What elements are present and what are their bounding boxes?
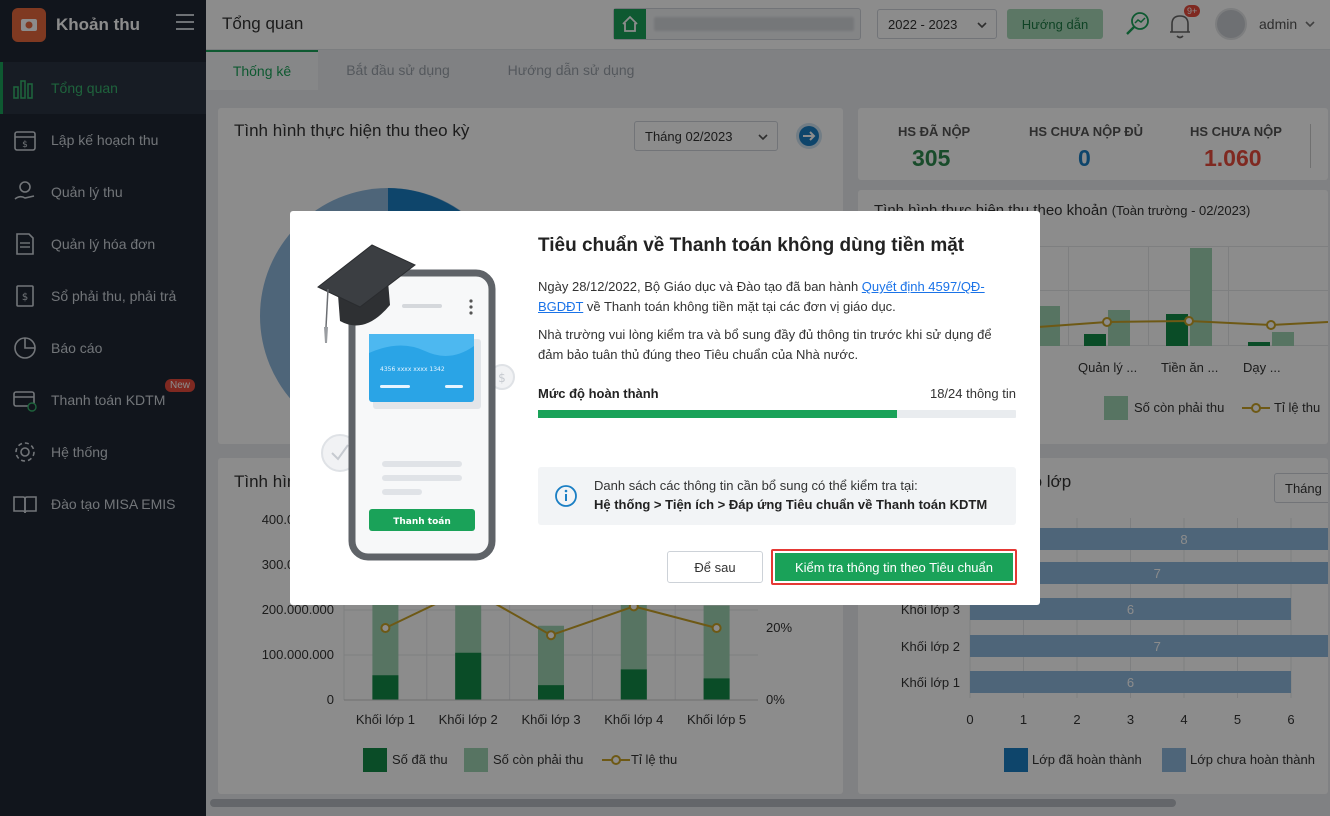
p1-text-after: về Thanh toán không tiền mặt tại các đơn…	[583, 299, 896, 314]
card-number-text: 4356 xxxx xxxx 1342	[380, 366, 445, 373]
check-standard-button[interactable]: Kiểm tra thông tin theo Tiêu chuẩn	[771, 549, 1017, 585]
app-root: Khoản thu Tổng quan $ Lập kế hoạch thu Q…	[0, 0, 1330, 816]
kdtm-standard-dialog: $ 4356 xxxx xxxx 1342 Thanh toán Tiêu ch…	[290, 211, 1040, 605]
later-button[interactable]: Để sau	[667, 551, 763, 583]
dialog-paragraph-1: Ngày 28/12/2022, Bộ Giáo dục và Đào tạo …	[538, 277, 1018, 317]
progress-count: 18/24 thông tin	[929, 386, 1016, 401]
progress-fill	[538, 410, 897, 418]
info-path: Hệ thống > Tiện ích > Đáp ứng Tiêu chuẩn…	[594, 497, 988, 512]
check-standard-label: Kiểm tra thông tin theo Tiêu chuẩn	[775, 553, 1013, 581]
svg-text:$: $	[498, 371, 506, 385]
progress-bar	[538, 410, 1016, 418]
phone-pay-button-text: Thanh toán	[393, 517, 451, 527]
dialog-paragraph-2: Nhà trường vui lòng kiểm tra và bổ sung …	[538, 327, 992, 362]
p1-text-before: Ngày 28/12/2022, Bộ Giáo dục và Đào tạo …	[538, 279, 862, 294]
info-icon	[555, 485, 577, 507]
dialog-title: Tiêu chuẩn về Thanh toán không dùng tiền…	[538, 235, 965, 256]
phone-payment-illustration: $ 4356 xxxx xxxx 1342 Thanh toán	[317, 244, 515, 561]
info-text: Danh sách các thông tin cần bổ sung có t…	[594, 478, 918, 493]
info-box: Danh sách các thông tin cần bổ sung có t…	[538, 467, 1016, 525]
progress-label: Mức độ hoàn thành	[538, 386, 659, 401]
